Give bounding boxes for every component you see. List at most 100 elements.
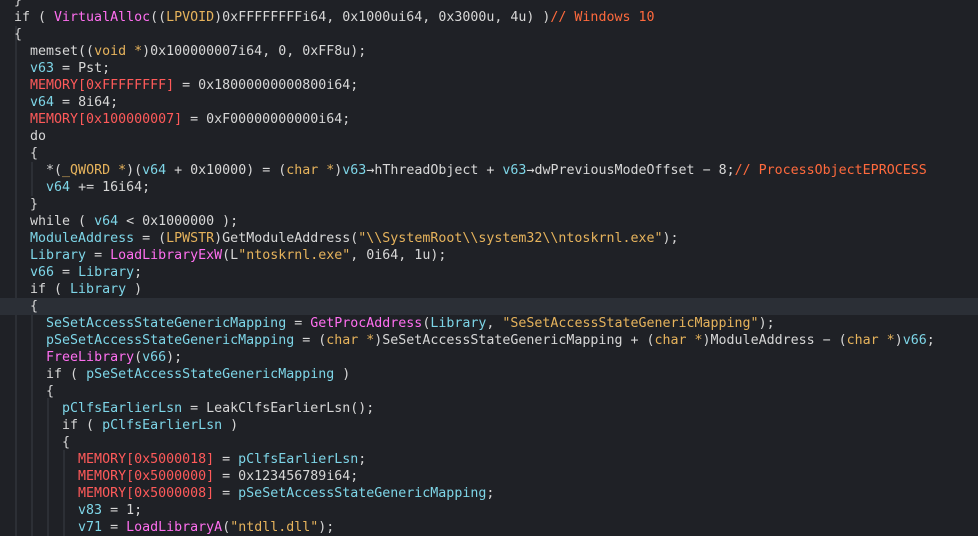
code-token: ); bbox=[662, 231, 679, 246]
code-line[interactable]: MEMORY[0x5000008] = pSeSetAccessStateGen… bbox=[0, 485, 978, 502]
code-token: Library bbox=[78, 265, 135, 280]
code-token: ); bbox=[318, 520, 335, 535]
code-token: ; bbox=[486, 486, 495, 501]
code-token: v66 bbox=[902, 333, 927, 348]
code-line[interactable]: v64 = 8i64; bbox=[0, 94, 978, 111]
code-token: = bbox=[86, 248, 111, 263]
code-token: = 0x18000000000800i64; bbox=[174, 78, 359, 93]
code-token: pSeSetAccessStateGenericMapping bbox=[86, 367, 335, 382]
code-editor[interactable]: } if ( VirtualAlloc((LPVOID)0xFFFFFFFFi64… bbox=[0, 0, 978, 536]
code-token: *( bbox=[14, 163, 63, 178]
code-token: pClfsEarlierLsn bbox=[238, 452, 359, 467]
code-line[interactable]: v66 = Library; bbox=[0, 264, 978, 281]
code-line[interactable]: pClfsEarlierLsn = LeakClfsEarlierLsn(); bbox=[0, 400, 978, 417]
code-token: v71 bbox=[78, 520, 103, 535]
code-line[interactable]: ModuleAddress = (LPWSTR)GetModuleAddress… bbox=[0, 230, 978, 247]
code-token: , 0i64, 1u); bbox=[350, 248, 447, 263]
code-line[interactable]: } bbox=[0, 196, 978, 213]
code-line[interactable]: { bbox=[0, 434, 978, 451]
code-line[interactable]: SeSetAccessStateGenericMapping = GetProc… bbox=[0, 315, 978, 332]
code-token: += 16i64; bbox=[70, 180, 151, 195]
code-line[interactable]: { bbox=[0, 298, 978, 315]
code-token: )SeSetAccessStateGenericMapping + ( bbox=[374, 333, 655, 348]
code-token: Library bbox=[430, 316, 487, 331]
code-token: MEMORY[0x5000000] bbox=[78, 469, 215, 484]
code-line[interactable]: if ( pSeSetAccessStateGenericMapping ) bbox=[0, 366, 978, 383]
code-token: LoadLibraryA bbox=[126, 520, 223, 535]
code-line[interactable]: { bbox=[0, 145, 978, 162]
code-line[interactable]: MEMORY[0x5000018] = pClfsEarlierLsn; bbox=[0, 451, 978, 468]
code-token: v66 bbox=[30, 265, 55, 280]
code-token: { bbox=[14, 299, 39, 314]
code-token: ) bbox=[222, 418, 239, 433]
code-token: v83 bbox=[78, 503, 103, 518]
code-token: = 0xF00000000000i64; bbox=[182, 112, 351, 127]
code-token: )0xFFFFFFFFi64, 0x1000ui64, 0x3000u, 4u)… bbox=[214, 10, 551, 25]
code-token: )( bbox=[126, 163, 143, 178]
code-line[interactable]: } bbox=[0, 0, 978, 9]
code-line[interactable]: FreeLibrary(v66); bbox=[0, 349, 978, 366]
code-line[interactable]: v63 = Pst; bbox=[0, 60, 978, 77]
code-token: v64 bbox=[30, 95, 55, 110]
code-token: if ( bbox=[14, 367, 87, 382]
code-line[interactable]: v83 = 1; bbox=[0, 502, 978, 519]
code-line[interactable]: if ( Library ) bbox=[0, 281, 978, 298]
code-token: ; bbox=[358, 452, 367, 467]
code-token: ); bbox=[758, 316, 775, 331]
code-line[interactable]: *(_QWORD *)(v64 + 0x10000) = (char *)v63… bbox=[0, 162, 978, 179]
code-line[interactable]: memset((void *)0x100000007i64, 0, 0xFF8u… bbox=[0, 43, 978, 60]
code-token: = LeakClfsEarlierLsn(); bbox=[182, 401, 375, 416]
code-line[interactable]: MEMORY[0xFFFFFFFF] = 0x18000000000800i64… bbox=[0, 77, 978, 94]
code-token: FreeLibrary bbox=[46, 350, 135, 365]
code-token: char * bbox=[286, 163, 335, 178]
code-line[interactable]: v71 = LoadLibraryA("ntdll.dll"); bbox=[0, 519, 978, 536]
code-token: ( bbox=[134, 350, 143, 365]
code-token: if ( bbox=[14, 10, 55, 25]
code-line[interactable]: Library = LoadLibraryExW(L"ntoskrnl.exe"… bbox=[0, 247, 978, 264]
code-token: = bbox=[214, 452, 239, 467]
code-token: ( bbox=[222, 520, 231, 535]
code-line[interactable]: MEMORY[0x100000007] = 0xF00000000000i64; bbox=[0, 111, 978, 128]
code-token: if ( bbox=[14, 282, 71, 297]
code-line[interactable]: { bbox=[0, 26, 978, 43]
code-line[interactable]: pSeSetAccessStateGenericMapping = (char … bbox=[0, 332, 978, 349]
code-line[interactable]: do bbox=[0, 128, 978, 145]
code-line[interactable]: if ( pClfsEarlierLsn ) bbox=[0, 417, 978, 434]
code-token: Library bbox=[70, 282, 127, 297]
code-token: , bbox=[486, 316, 503, 331]
code-token: (L bbox=[222, 248, 239, 263]
code-token: // ProcessObjectEPROCESS bbox=[734, 163, 927, 178]
code-token: pClfsEarlierLsn bbox=[102, 418, 223, 433]
code-line[interactable]: while ( v64 < 0x1000000 ); bbox=[0, 213, 978, 230]
code-token: } bbox=[14, 197, 39, 212]
code-line[interactable]: MEMORY[0x5000000] = 0x123456789i64; bbox=[0, 468, 978, 485]
code-token: = bbox=[214, 486, 239, 501]
code-token: v63 bbox=[502, 163, 527, 178]
code-token: MEMORY[0xFFFFFFFF] bbox=[30, 78, 175, 93]
code-token: = ( bbox=[294, 333, 327, 348]
code-token: char * bbox=[326, 333, 375, 348]
code-line[interactable]: if ( VirtualAlloc((LPVOID)0xFFFFFFFFi64,… bbox=[0, 9, 978, 26]
code-token: v63 bbox=[30, 61, 55, 76]
code-token: { bbox=[14, 435, 71, 450]
code-token: = bbox=[286, 316, 311, 331]
code-token: + 0x10000) = ( bbox=[166, 163, 287, 178]
code-token: } bbox=[14, 0, 23, 8]
code-line[interactable]: v64 += 16i64; bbox=[0, 179, 978, 196]
code-token: MEMORY[0x5000008] bbox=[78, 486, 215, 501]
code-line[interactable]: { bbox=[0, 383, 978, 400]
code-token: "\\SystemRoot\\system32\\ntoskrnl.exe" bbox=[358, 231, 663, 246]
code-token: "ntdll.dll" bbox=[230, 520, 319, 535]
code-token: SeSetAccessStateGenericMapping bbox=[46, 316, 287, 331]
